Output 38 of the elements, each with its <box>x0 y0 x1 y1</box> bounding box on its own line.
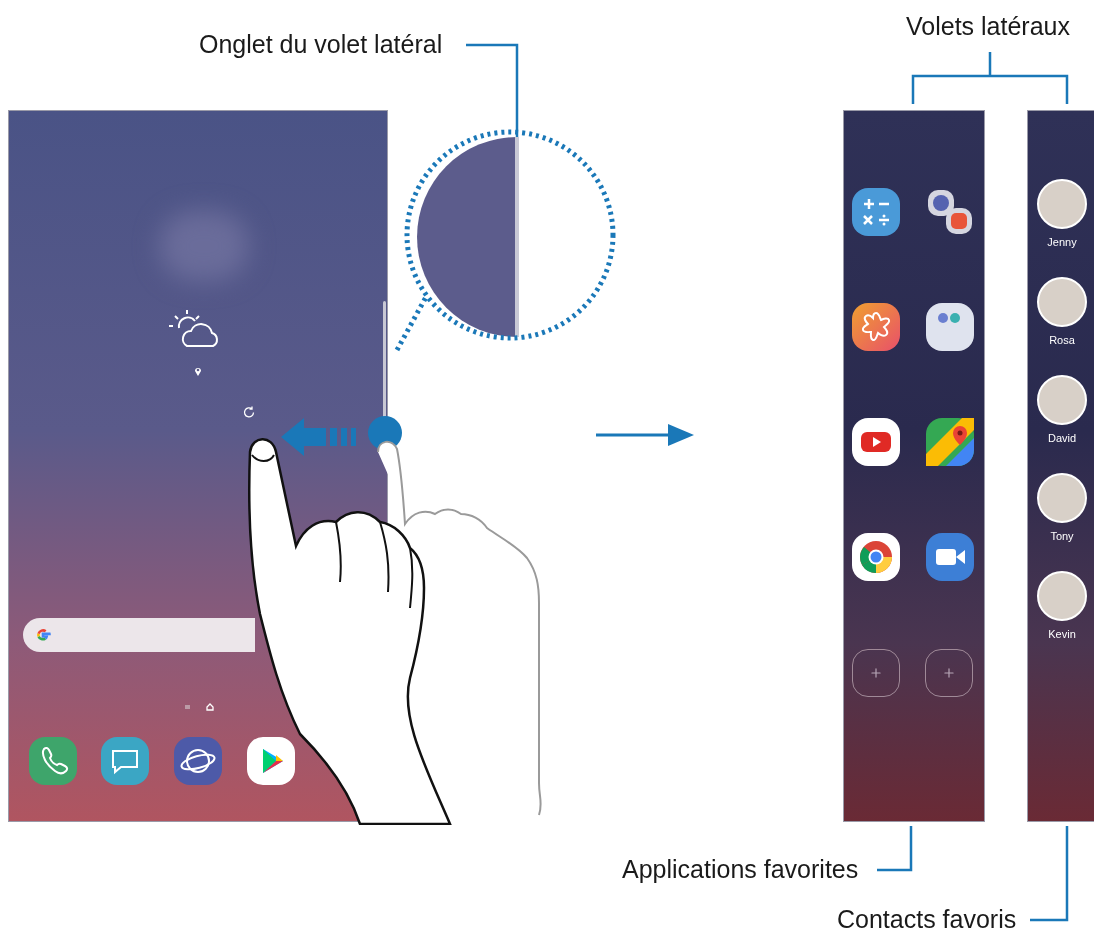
contact-avatar[interactable] <box>1037 571 1087 621</box>
contact-name: Tony <box>1050 529 1074 543</box>
page-indicator-icon <box>185 703 215 711</box>
contact-name: David <box>1047 431 1077 445</box>
play-store-icon[interactable] <box>247 737 295 785</box>
add-slot-button[interactable] <box>852 649 900 697</box>
contact-avatar[interactable] <box>1037 473 1087 523</box>
refresh-icon[interactable] <box>243 406 255 418</box>
callout-label: Onglet du volet latéral <box>199 29 443 60</box>
video-camera-icon[interactable] <box>926 533 974 581</box>
swipe-arrow-icon <box>279 415 403 459</box>
app-pair-icon[interactable] <box>926 188 974 236</box>
map-pin-icon[interactable] <box>926 418 974 466</box>
plus-icon <box>942 666 956 680</box>
flower-icon[interactable] <box>852 303 900 351</box>
plus-icon <box>869 666 883 680</box>
browser-icon[interactable] <box>852 533 900 581</box>
add-slot-button[interactable] <box>925 649 973 697</box>
search-bar[interactable] <box>23 618 255 652</box>
callout-label: Volets latéraux <box>906 11 1070 42</box>
play-icon[interactable] <box>852 418 900 466</box>
folder-icon[interactable] <box>926 303 974 351</box>
leader-line <box>877 826 913 872</box>
calculator-icon[interactable] <box>852 188 900 236</box>
google-logo-icon <box>35 627 51 643</box>
contact-name: Rosa <box>1049 333 1075 347</box>
chat-icon[interactable] <box>101 737 149 785</box>
phone-icon[interactable] <box>29 737 77 785</box>
arrow-icon <box>596 424 694 446</box>
contact-name: Kevin <box>1048 627 1076 641</box>
contact-avatar[interactable] <box>1037 179 1087 229</box>
planet-icon[interactable] <box>174 737 222 785</box>
location-pin-icon[interactable] <box>194 366 202 376</box>
contact-name: Jenny <box>1047 235 1077 249</box>
callout-label: Contacts favoris <box>837 904 1017 935</box>
contact-avatar[interactable] <box>1037 277 1087 327</box>
callout-label: Applications favorites <box>622 854 859 885</box>
contact-avatar[interactable] <box>1037 375 1087 425</box>
